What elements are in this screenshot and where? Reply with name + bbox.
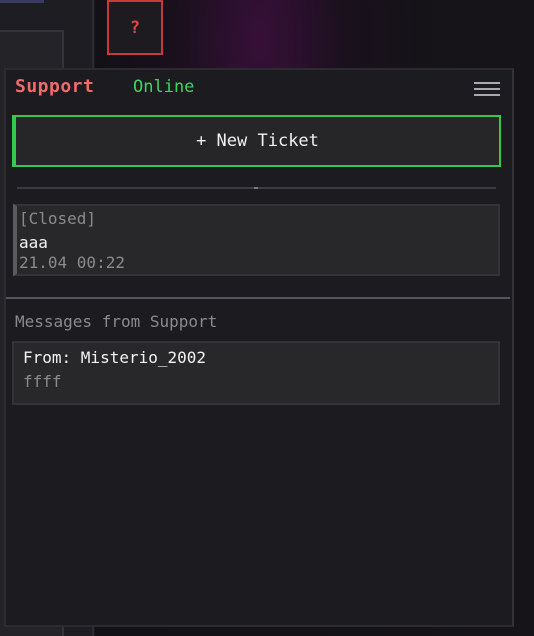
ticket-status: [Closed] bbox=[19, 209, 97, 228]
messages-section-title: Messages from Support bbox=[15, 312, 218, 331]
divider-marker bbox=[254, 187, 258, 189]
support-header: Support Online bbox=[6, 70, 512, 110]
new-ticket-button[interactable]: + New Ticket bbox=[12, 115, 501, 167]
background-accent-bar bbox=[0, 0, 44, 3]
section-divider bbox=[6, 297, 510, 299]
game-screen: ? Support Online + New Ticket [Closed] a… bbox=[0, 0, 534, 636]
support-status: Online bbox=[133, 77, 195, 97]
support-title: Support bbox=[15, 76, 95, 97]
message-sender: From: Misterio_2002 bbox=[23, 348, 207, 367]
hamburger-menu-icon[interactable] bbox=[474, 82, 500, 100]
help-button[interactable]: ? bbox=[107, 0, 163, 55]
ticket-subject: aaa bbox=[19, 233, 48, 252]
message-body: ffff bbox=[23, 372, 62, 391]
support-panel: Support Online + New Ticket [Closed] aaa… bbox=[4, 68, 514, 627]
ticket-item[interactable]: [Closed] aaa 21.04 00:22 bbox=[13, 204, 500, 276]
ticket-date: 21.04 00:22 bbox=[19, 253, 125, 272]
message-item[interactable]: From: Misterio_2002 ffff bbox=[12, 341, 500, 405]
divider bbox=[17, 187, 496, 189]
